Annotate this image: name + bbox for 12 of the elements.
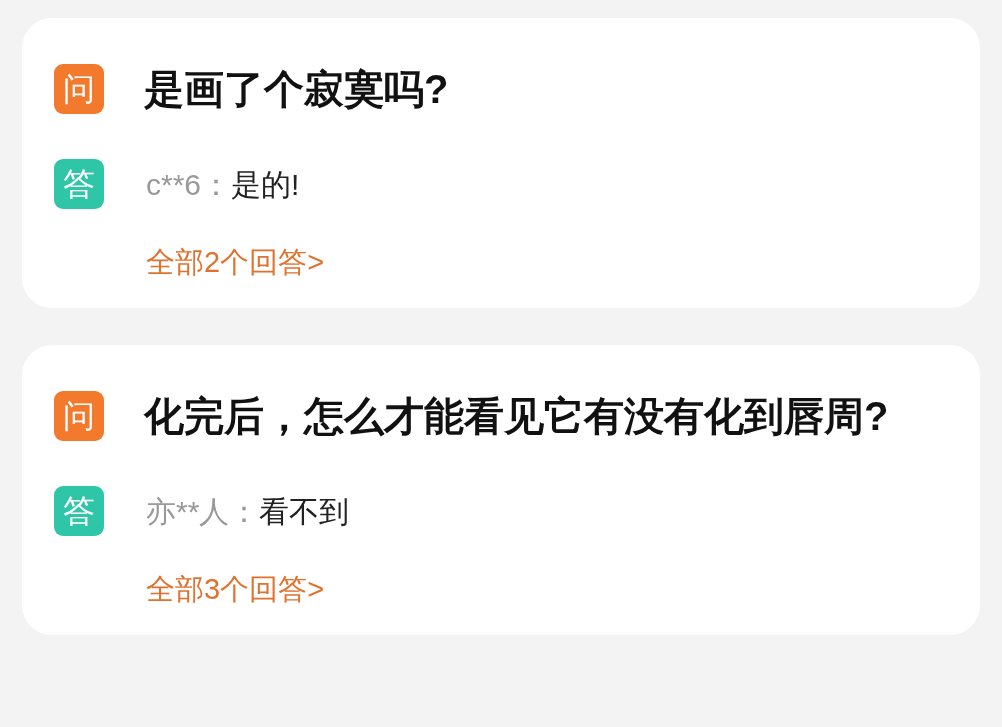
question-text: 化完后，怎么才能看见它有没有化到唇周? bbox=[144, 393, 889, 440]
question-badge: 问 bbox=[54, 391, 104, 441]
answer-badge: 答 bbox=[54, 486, 104, 536]
answer-username: 亦**人： bbox=[146, 493, 260, 530]
answer-username: c**6： bbox=[146, 166, 232, 203]
all-answers-link[interactable]: 全部3个回答> bbox=[146, 573, 325, 605]
question-badge: 问 bbox=[54, 64, 104, 114]
answer-text: 是的! bbox=[231, 166, 300, 203]
question-text: 是画了个寂寞吗? bbox=[144, 66, 449, 113]
answer-text: 看不到 bbox=[259, 493, 350, 530]
answer-badge: 答 bbox=[54, 159, 104, 209]
all-answers-link[interactable]: 全部2个回答> bbox=[146, 246, 325, 278]
